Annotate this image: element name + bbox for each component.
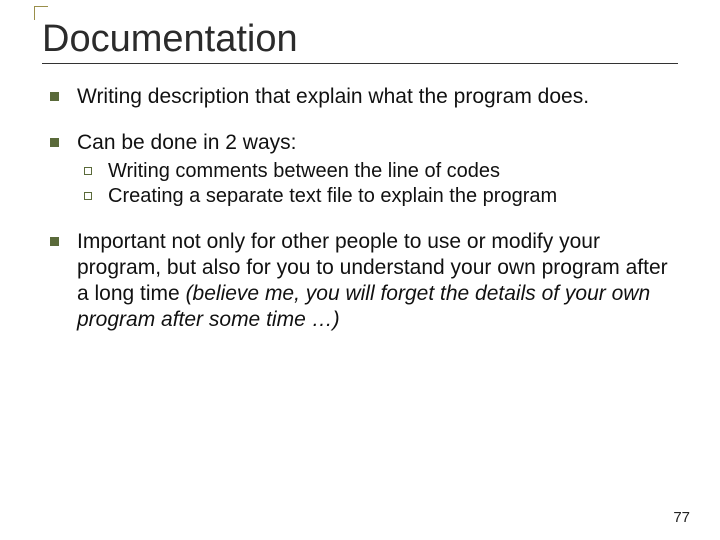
content-area: Writing description that explain what th… <box>42 84 678 334</box>
square-outline-bullet-icon <box>84 192 92 200</box>
sub-bullet-text: Writing comments between the line of cod… <box>108 159 678 184</box>
list-item: Writing description that explain what th… <box>50 84 678 110</box>
square-bullet-icon <box>50 237 59 246</box>
sub-bullet-text: Creating a separate text file to explain… <box>108 184 678 209</box>
square-outline-bullet-icon <box>84 167 92 175</box>
bullet-text: Important not only for other people to u… <box>77 229 678 334</box>
list-item: Writing comments between the line of cod… <box>84 159 678 184</box>
title-underline <box>42 63 678 64</box>
list-item: Creating a separate text file to explain… <box>84 184 678 209</box>
slide-title: Documentation <box>42 18 678 61</box>
list-item: Can be done in 2 ways: <box>50 130 678 156</box>
square-bullet-icon <box>50 138 59 147</box>
bullet-text: Can be done in 2 ways: <box>77 130 678 156</box>
bullet-text: Writing description that explain what th… <box>77 84 678 110</box>
list-item: Important not only for other people to u… <box>50 229 678 334</box>
corner-accent <box>34 6 48 20</box>
square-bullet-icon <box>50 92 59 101</box>
page-number: 77 <box>673 509 690 526</box>
sub-list: Writing comments between the line of cod… <box>50 159 678 209</box>
slide-body: Documentation Writing description that e… <box>0 0 720 354</box>
